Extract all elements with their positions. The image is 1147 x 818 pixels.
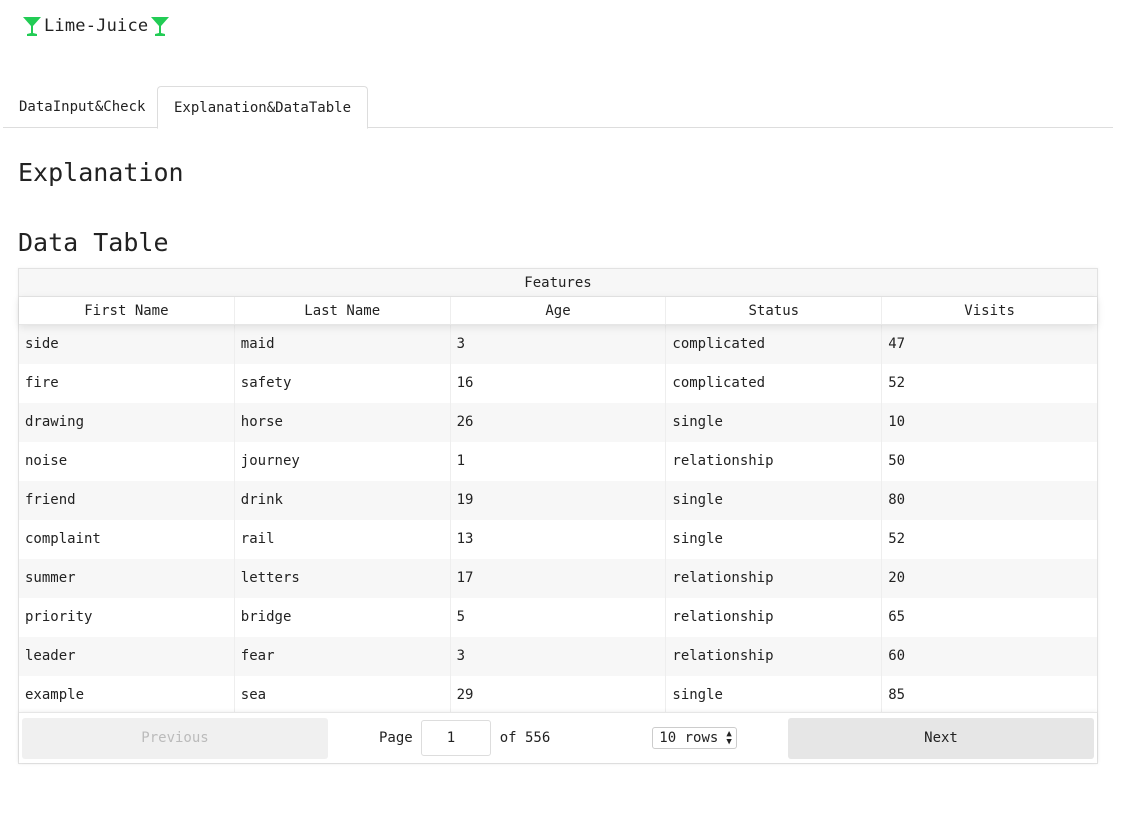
cell-visits: 80 <box>888 492 906 508</box>
section-title-explanation: Explanation <box>18 158 184 187</box>
table-row: friend drink 19 single 80 <box>19 481 1097 520</box>
cell-visits: 10 <box>888 414 906 430</box>
cell-age: 13 <box>451 520 667 559</box>
cell-last-name: letters <box>235 559 451 598</box>
app-brand: Lime-Juice <box>22 14 170 38</box>
cell-first-name: example <box>19 676 235 715</box>
cell-age: 3 <box>451 325 667 364</box>
cell-status: relationship <box>666 442 883 481</box>
cell-age: 19 <box>451 481 667 520</box>
cell-visits: 85 <box>888 687 906 703</box>
table-body: side maid 3 complicated 47 fire safety 16 compli… <box>19 325 1097 715</box>
cell-last-name: maid <box>235 325 451 364</box>
cell-last-name: bridge <box>235 598 451 637</box>
cell-last-name: horse <box>235 403 451 442</box>
previous-page-button[interactable]: Previous <box>22 717 328 759</box>
cell-status: relationship <box>666 559 883 598</box>
cocktail-glass-icon <box>151 17 170 36</box>
column-header-age[interactable]: Age <box>451 297 667 324</box>
cell-age: 29 <box>451 676 667 715</box>
cell-first-name: fire <box>19 364 235 403</box>
cell-first-name: friend <box>19 481 235 520</box>
cell-visits: 65 <box>888 609 906 625</box>
select-arrows-icon: ▲ ▼ <box>726 729 732 747</box>
tab-datainput-check[interactable]: DataInput&Check <box>3 86 161 128</box>
table-row: side maid 3 complicated 47 <box>19 325 1097 364</box>
table-row: priority bridge 5 relationship 65 <box>19 598 1097 637</box>
table-row: leader fear 3 relationship 60 <box>19 637 1097 676</box>
cell-status: single <box>666 520 883 559</box>
cell-last-name: drink <box>235 481 451 520</box>
column-group-header: Features <box>19 269 1097 297</box>
table-row: noise journey 1 relationship 50 <box>19 442 1097 481</box>
cell-status: single <box>666 676 883 715</box>
cell-first-name: summer <box>19 559 235 598</box>
cell-first-name: drawing <box>19 403 235 442</box>
cell-visits: 20 <box>888 570 906 586</box>
cell-status: relationship <box>666 637 883 676</box>
app-title: Lime-Juice <box>44 16 149 36</box>
column-headers: First Name Last Name Age Status Visits <box>19 297 1097 325</box>
cell-last-name: journey <box>235 442 451 481</box>
column-header-last-name[interactable]: Last Name <box>235 297 451 324</box>
page-number-input[interactable] <box>420 720 491 756</box>
column-header-first-name[interactable]: First Name <box>19 297 235 324</box>
cell-last-name: fear <box>235 637 451 676</box>
data-table: Features First Name Last Name Age Status… <box>18 268 1098 764</box>
section-title-data-table: Data Table <box>18 228 169 257</box>
cell-first-name: side <box>19 325 235 364</box>
cell-first-name: priority <box>19 598 235 637</box>
cell-age: 3 <box>451 637 667 676</box>
cell-visits: 52 <box>888 531 906 547</box>
cell-status: single <box>666 481 883 520</box>
table-row: summer letters 17 relationship 20 <box>19 559 1097 598</box>
cell-age: 1 <box>451 442 667 481</box>
cell-status: relationship <box>666 598 883 637</box>
page-total: of 556 <box>499 730 551 746</box>
cell-visits: 47 <box>888 336 906 352</box>
cell-last-name: safety <box>235 364 451 403</box>
cell-status: complicated <box>666 325 883 364</box>
cell-first-name: noise <box>19 442 235 481</box>
cell-age: 17 <box>451 559 667 598</box>
rows-per-page-value: 10 rows <box>659 730 719 746</box>
tab-bar: DataInput&Check Explanation&DataTable <box>3 86 1113 129</box>
table-row: example sea 29 single 85 <box>19 676 1097 715</box>
cell-visits: 50 <box>888 453 906 469</box>
cell-age: 5 <box>451 598 667 637</box>
cell-last-name: sea <box>235 676 451 715</box>
next-page-button[interactable]: Next <box>788 717 1094 759</box>
cell-last-name: rail <box>235 520 451 559</box>
column-header-visits[interactable]: Visits <box>882 297 1097 324</box>
cell-status: single <box>666 403 883 442</box>
pagination-bar: Previous Page of 556 10 rows ▲▼ Next <box>19 712 1097 763</box>
cell-status: complicated <box>666 364 883 403</box>
cell-first-name: complaint <box>19 520 235 559</box>
cell-first-name: leader <box>19 637 235 676</box>
page-label: Page <box>379 730 413 746</box>
cell-visits: 60 <box>888 648 906 664</box>
cell-visits: 52 <box>888 375 906 391</box>
rows-per-page-select[interactable]: 10 rows ▲ ▼ <box>652 727 737 749</box>
cell-age: 26 <box>451 403 667 442</box>
table-row: complaint rail 13 single 52 <box>19 520 1097 559</box>
column-header-status[interactable]: Status <box>666 297 883 324</box>
cell-age: 16 <box>451 364 667 403</box>
cocktail-glass-icon <box>23 17 41 36</box>
tab-explanation-datatable[interactable]: Explanation&DataTable <box>157 86 369 129</box>
table-row: drawing horse 26 single 10 <box>19 403 1097 442</box>
page-info: Page of 556 <box>379 720 550 756</box>
table-row: fire safety 16 complicated 52 <box>19 364 1097 403</box>
